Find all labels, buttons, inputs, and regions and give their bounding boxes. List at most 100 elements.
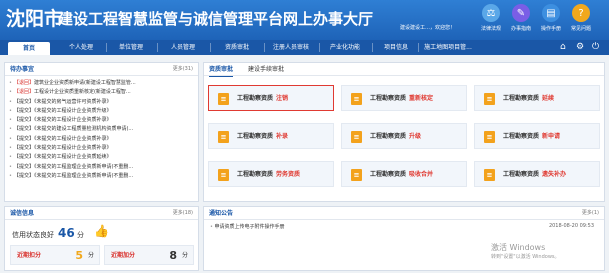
list-item[interactable]: • 【提交】《未提交的工程设计企业资质补录》: [9, 135, 194, 144]
notice-title: 通知公告: [209, 210, 234, 217]
item-tag: 【提交】: [13, 135, 34, 142]
nav-divider: [210, 43, 211, 52]
notice-more-link[interactable]: 更多(1): [582, 207, 599, 220]
list-item[interactable]: • 【提交】《未提交的建设工程质量检测机构资质申请(...: [9, 125, 194, 134]
nav-company[interactable]: 单位管理: [108, 40, 154, 55]
services-panel: 资质审批 建设手续审批 ≡ 工程勘察资质 注销 ≡ 工程勘察资质 重新核定 ≡ 工程…: [203, 62, 605, 202]
tool-laws[interactable]: ⚖ 法律法规: [476, 4, 506, 32]
document-icon: ≡: [484, 93, 495, 105]
nav-divider: [319, 43, 320, 52]
nav-site-map[interactable]: 施工地图项目管...: [420, 40, 476, 55]
tile-name: 工程勘察资质: [237, 133, 274, 140]
list-item[interactable]: • 【提交】《未提交的工程设计企业资质延续》: [9, 153, 194, 162]
document-icon: ≡: [218, 169, 229, 181]
list-item[interactable]: • 【提交】《未提交的工程监理企业资质新申请(不重删...: [9, 163, 194, 172]
list-item[interactable]: • 【提交】《未提交的工程设计企业资质升级》: [9, 107, 194, 116]
nav-home[interactable]: 首页: [8, 42, 50, 55]
item-text: 《未提交的工程设计企业资质升级》: [33, 107, 112, 114]
service-tile[interactable]: ≡ 工程勘察资质 遗失补办: [474, 161, 600, 187]
item-tag: 【提交】: [13, 145, 34, 152]
document-icon: ≡: [218, 131, 229, 143]
home-icon[interactable]: ⌂: [560, 41, 566, 54]
service-tile[interactable]: ≡ 工程勘察资质 升级: [341, 123, 467, 149]
item-tag: 【提交】: [13, 126, 34, 133]
service-tile[interactable]: ≡ 工程勘察资质 重新核定: [341, 85, 467, 111]
notice-date: 2018-08-20 09:53: [548, 223, 594, 229]
tile-name: 工程勘察资质: [237, 95, 274, 102]
question-icon: ?: [572, 4, 590, 22]
nav-personal[interactable]: 个人处理: [58, 40, 104, 55]
list-item[interactable]: • 【提交】《未提交的工程设计企业资质补录》: [9, 116, 194, 125]
credit-status: 信用状态良好 46 分: [12, 226, 84, 240]
service-tile[interactable]: ≡ 工程勘察资质 注销: [208, 85, 334, 111]
bonus-value: 8: [169, 249, 177, 262]
tile-action: 延续: [542, 95, 555, 102]
todo-header: 待办事宜 更多(31): [5, 63, 198, 76]
item-text: 《未提交的建设工程质量检测机构资质申请(...: [33, 126, 134, 133]
credit-title: 诚信信息: [10, 210, 35, 217]
service-tile[interactable]: ≡ 工程勘察资质 吸收合并: [341, 161, 467, 187]
tile-name: 工程勘察资质: [370, 95, 407, 102]
app-title: 建设工程智慧监管与诚信管理平台网上办事大厅: [58, 10, 374, 28]
notice-header: 通知公告 更多(1): [204, 207, 604, 220]
bonus-label: 近期加分: [111, 252, 136, 259]
tool-guide[interactable]: ✎ 办事指南: [506, 4, 536, 32]
deduct-label: 近期扣分: [17, 252, 42, 259]
user-greeting[interactable]: 建设建设工…，欢迎您！: [400, 24, 455, 31]
tile-name: 工程勘察资质: [370, 133, 407, 140]
tile-name: 工程勘察资质: [237, 171, 274, 178]
nav-staff[interactable]: 人员管理: [160, 40, 206, 55]
tool-manual[interactable]: ▤ 操作手册: [536, 4, 566, 32]
nav-project-info[interactable]: 项目信息: [376, 40, 416, 55]
service-tile[interactable]: ≡ 工程勘察资质 补录: [208, 123, 334, 149]
deduct-value: 5: [75, 249, 83, 262]
credit-status-unit: 分: [76, 231, 84, 239]
item-tag: 【提交】: [13, 154, 34, 161]
list-item[interactable]: • 【退回】建筑业企业资质新申请(新建设工程智慧监管...: [9, 79, 194, 88]
city-logo: 沈阳市: [6, 8, 64, 30]
item-text: 《未提交的工程设计企业资质补录》: [33, 145, 112, 152]
nav-divider: [106, 43, 107, 52]
tile-action: 补录: [276, 133, 289, 140]
list-item[interactable]: • 【退回】工程设计企业资质重新核定(新建设工程智...: [9, 88, 194, 97]
item-text: 《未提交的工程监理企业资质新申请(不重删...: [33, 163, 134, 170]
credit-header: 诚信信息 更多(18): [5, 207, 198, 220]
credit-more-link[interactable]: 更多(18): [173, 207, 193, 220]
nav-industrialization[interactable]: 产业化功能: [322, 40, 368, 55]
notice-item[interactable]: • 申请资质上传电子附件操作手册 2018-08-20 09:53: [210, 223, 600, 230]
item-tag: 【提交】: [13, 163, 34, 170]
todo-more-link[interactable]: 更多(31): [173, 63, 193, 76]
nav-qualification[interactable]: 资质审批: [214, 40, 260, 55]
tool-label: 操作手册: [540, 26, 561, 32]
tool-label: 办事指南: [510, 26, 531, 32]
item-text: 工程设计企业资质重新核定(新建设工程智...: [33, 89, 131, 96]
list-item[interactable]: • 【提交】《未提交的工程设计企业资质补录》: [9, 144, 194, 153]
list-item[interactable]: • 【提交】《未提交的工程监理企业资质新申请(不重删...: [9, 172, 194, 181]
tile-action: 劳务资质: [276, 171, 301, 178]
services-tabs: 资质审批 建设手续审批: [204, 63, 604, 77]
book-icon: ▤: [542, 4, 560, 22]
scale-icon: ⚖: [482, 4, 500, 22]
tab-qualification-approval[interactable]: 资质审批: [209, 63, 234, 77]
power-icon[interactable]: ⏻: [592, 41, 599, 54]
todo-panel: 待办事宜 更多(31) • 【退回】建筑业企业资质新申请(新建设工程智慧监管...…: [4, 62, 199, 202]
service-tile[interactable]: ≡ 工程勘察资质 延续: [474, 85, 600, 111]
service-tile[interactable]: ≡ 工程勘察资质 劳务资质: [208, 161, 334, 187]
notice-panel: 通知公告 更多(1): [203, 206, 605, 271]
item-text: 《未提交的工程设计企业资质补录》: [33, 135, 112, 142]
service-tile[interactable]: ≡ 工程勘察资质 新申请: [474, 123, 600, 149]
nav-divider: [418, 43, 419, 52]
bonus-box: 近期加分 8 分: [104, 245, 194, 265]
item-tag: 【退回】: [13, 89, 34, 96]
item-text: 建筑业企业资质新申请(新建设工程智慧监管...: [33, 80, 136, 86]
document-icon: ≡: [351, 169, 362, 181]
tile-action: 注销: [276, 95, 289, 102]
tile-action: 遗失补办: [542, 171, 567, 178]
todo-list: • 【退回】建筑业企业资质新申请(新建设工程智慧监管... • 【退回】工程设计企业…: [9, 79, 194, 181]
tab-construction-approval[interactable]: 建设手续审批: [248, 63, 284, 76]
gear-icon[interactable]: ⚙: [576, 41, 584, 54]
windows-activation-watermark: 激活 Windows 转到"设置"以激活 Windows。: [491, 243, 560, 261]
tool-faq[interactable]: ? 常见问题: [566, 4, 596, 32]
nav-registered-staff[interactable]: 注册人员审核: [266, 40, 316, 55]
list-item[interactable]: • 【提交】《未提交的房气运营许可资质补录》: [9, 98, 194, 107]
